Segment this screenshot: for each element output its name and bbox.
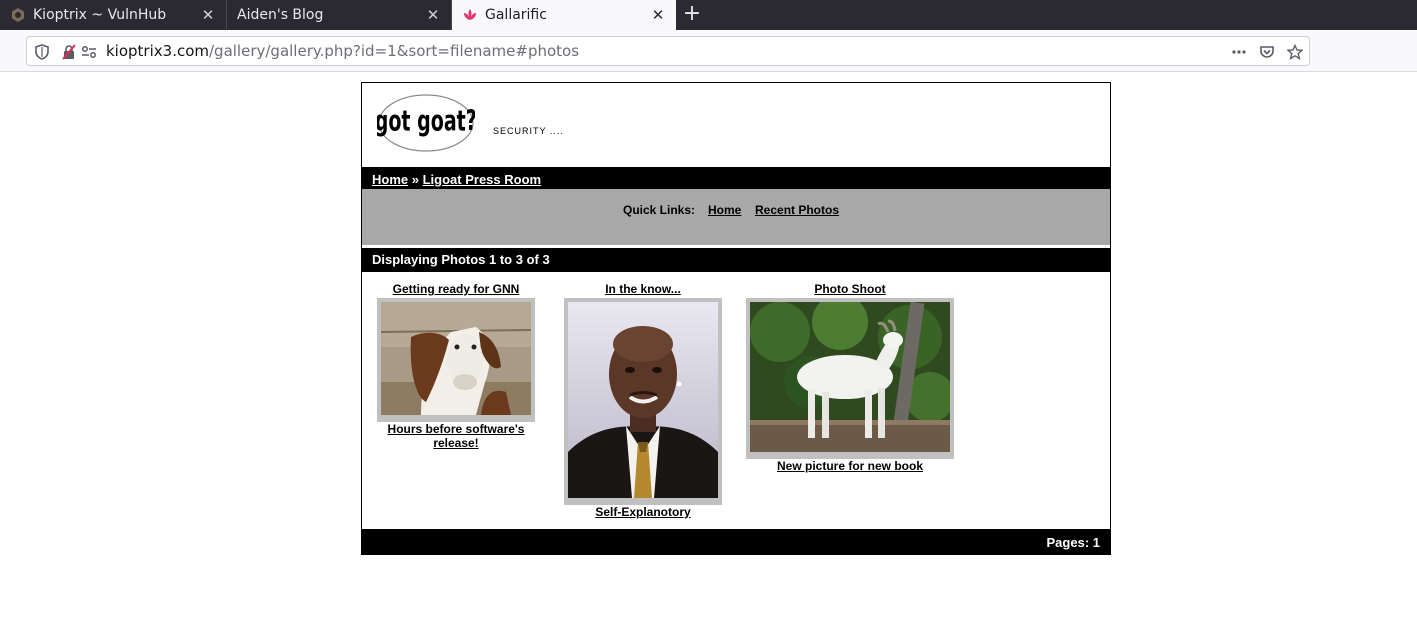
pagination-bar: Pages: 1 — [362, 529, 1110, 555]
displaying-photos-bar: Displaying Photos 1 to 3 of 3 — [362, 248, 1110, 272]
navigation-toolbar: kioptrix3.com/gallery/gallery.php?id=1&s… — [0, 30, 1417, 72]
close-tab-icon[interactable]: ✕ — [646, 3, 670, 27]
logo-text: got goat? — [377, 104, 475, 137]
url-bar[interactable]: kioptrix3.com/gallery/gallery.php?id=1&s… — [26, 36, 1310, 66]
portrait-photo-image — [568, 302, 718, 498]
tab-aidens-blog[interactable]: Aiden's Blog ✕ — [227, 0, 452, 30]
breadcrumb-home-link[interactable]: Home — [372, 172, 408, 187]
got-goat-logo: got goat? — [375, 93, 477, 158]
bookmark-star-icon[interactable] — [1287, 44, 1303, 60]
photo-thumbnail[interactable] — [746, 294, 955, 459]
tab-kioptrix[interactable]: Kioptrix ~ VulnHub ✕ — [0, 0, 227, 30]
tab-title: Aiden's Blog — [237, 7, 324, 23]
url-path: /gallery/gallery.php?id=1&sort=filename#… — [209, 42, 580, 60]
insecure-lock-icon[interactable] — [61, 44, 77, 60]
photo-title-link[interactable]: Getting ready for GNN — [372, 282, 540, 296]
photo-item: Getting ready for GNN Hours before softw… — [372, 282, 540, 450]
photo-caption-link[interactable]: Self-Explanotory — [559, 505, 727, 519]
close-tab-icon[interactable]: ✕ — [421, 3, 445, 27]
gallery-page: got goat? SECURITY .... Home » Ligoat Pr… — [361, 82, 1111, 555]
photo-item: Photo Shoot New picture for new book — [746, 282, 955, 473]
tab-title: Gallarific — [485, 7, 547, 23]
more-actions-icon[interactable] — [1231, 44, 1247, 60]
lotus-icon — [462, 7, 478, 23]
photo-thumbnail[interactable] — [564, 298, 722, 505]
goat-photo-image — [380, 302, 532, 415]
photo-title-link[interactable]: In the know... — [559, 282, 727, 296]
photo-title-link[interactable]: Photo Shoot — [746, 282, 954, 296]
white-goat-photo-image — [750, 294, 955, 453]
photo-caption-link[interactable]: Hours before software's release! — [372, 422, 540, 450]
quick-link-recent-photos[interactable]: Recent Photos — [755, 203, 839, 217]
tab-title: Kioptrix ~ VulnHub — [33, 7, 167, 23]
url-text[interactable]: kioptrix3.com/gallery/gallery.php?id=1&s… — [106, 42, 579, 60]
new-tab-button[interactable]: + — [680, 3, 704, 27]
photo-thumbnail[interactable] — [377, 298, 535, 422]
breadcrumb-separator: » — [411, 172, 419, 187]
close-tab-icon[interactable]: ✕ — [196, 3, 220, 27]
vulnhub-icon — [10, 7, 26, 23]
breadcrumb: Home » Ligoat Press Room — [362, 167, 1110, 189]
photo-item: In the know... Self-Explanotory — [559, 282, 727, 519]
tab-gallarific[interactable]: Gallarific ✕ — [452, 0, 676, 30]
site-tagline: SECURITY .... — [493, 126, 564, 136]
quick-links-panel: Quick Links: Home Recent Photos — [362, 189, 1110, 245]
shield-icon[interactable] — [34, 44, 50, 60]
pocket-icon[interactable] — [1259, 44, 1275, 60]
quick-link-home[interactable]: Home — [708, 203, 741, 217]
permissions-icon[interactable] — [81, 44, 97, 60]
url-host: kioptrix3.com — [106, 42, 209, 60]
quick-links-label: Quick Links: — [623, 203, 696, 217]
tab-bar: Kioptrix ~ VulnHub ✕ Aiden's Blog ✕ Gall… — [0, 0, 1417, 30]
photo-caption-link[interactable]: New picture for new book — [746, 459, 954, 473]
breadcrumb-ligoat-link[interactable]: Ligoat Press Room — [423, 172, 541, 187]
